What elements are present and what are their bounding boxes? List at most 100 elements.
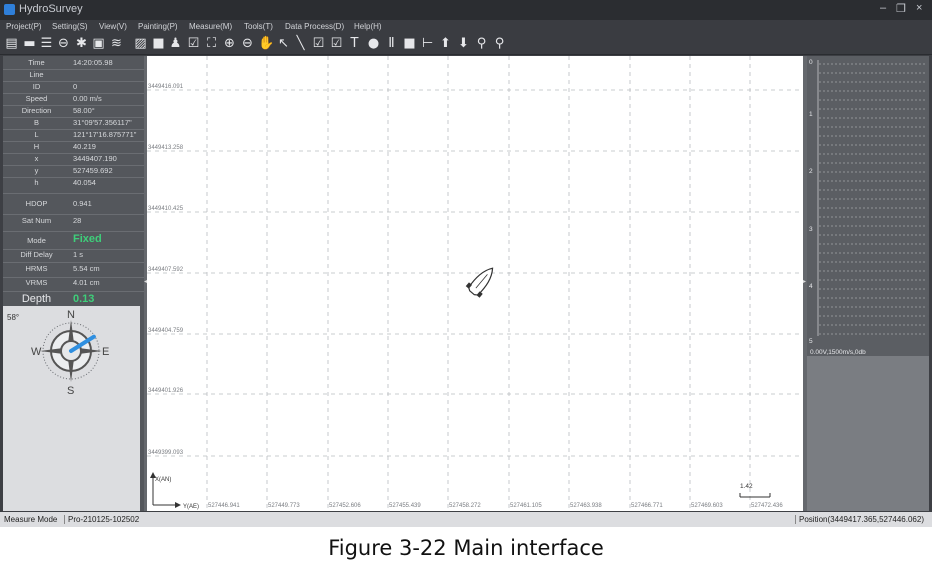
compass-east-label: E xyxy=(102,346,109,358)
minimize-icon[interactable]: – xyxy=(880,2,886,14)
pause-icon[interactable]: Ⅱ xyxy=(384,36,399,51)
menu-setting[interactable]: Setting(S) xyxy=(52,22,88,31)
text-icon[interactable]: T xyxy=(347,36,362,51)
axis-y-label: Y(AE) xyxy=(183,504,199,510)
info-value: 40.054 xyxy=(73,178,96,187)
x-tick-label: 527458.272 xyxy=(449,503,481,509)
range-icon[interactable]: ⊢ xyxy=(420,36,435,51)
info-value: 28 xyxy=(73,216,82,225)
x-tick-label: 527461.105 xyxy=(510,503,542,509)
down-icon[interactable]: ⬇ xyxy=(456,36,471,51)
vessel-icon[interactable] xyxy=(465,262,499,298)
y-tick-label: 3449399.093 xyxy=(148,450,184,456)
info-label: Speed xyxy=(25,94,48,103)
info-label: Diff Delay xyxy=(20,250,53,259)
checklist-icon[interactable]: ☑ xyxy=(186,36,201,51)
info-label: Sat Num xyxy=(21,216,52,225)
compass-heading: 58° xyxy=(7,313,19,322)
menu-painting[interactable]: Painting(P) xyxy=(138,22,178,31)
depth-grid: 0 1 2 3 4 5 0.00V,1500m/s,0db xyxy=(809,59,927,356)
status-position: Position(3449417.365,527446.062) xyxy=(795,515,924,524)
database-icon[interactable]: ☰ xyxy=(39,36,54,51)
depth-tick-label: 3 xyxy=(809,226,813,233)
image-icon[interactable]: ▣ xyxy=(91,36,106,51)
info-label: h xyxy=(34,178,39,187)
start-record-icon[interactable]: ● xyxy=(366,36,381,51)
info-label: y xyxy=(34,166,39,175)
pointer-icon[interactable]: ↖ xyxy=(276,36,291,51)
settings-icon[interactable]: ✱ xyxy=(74,36,89,51)
new-project-icon[interactable]: ▤ xyxy=(4,36,19,51)
info-row-l: L 121°17'16.875771" xyxy=(3,130,144,142)
info-row-hrms: HRMS 5.54 cm xyxy=(3,264,144,278)
zoom-in-icon[interactable]: ⊕ xyxy=(222,36,237,51)
fullscreen-icon[interactable]: ⛶ xyxy=(204,36,219,51)
x-tick-label: 527463.938 xyxy=(570,503,602,509)
info-row-id: ID 0 xyxy=(3,82,144,94)
depth-tick-label: 1 xyxy=(809,111,813,118)
info-label: Line xyxy=(29,70,44,79)
menu-bar: Project(P) Setting(S) View(V) Painting(P… xyxy=(0,20,932,34)
info-row-speed: Speed 0.00 m/s xyxy=(3,94,144,106)
zoom-out-icon[interactable]: ⊖ xyxy=(240,36,255,51)
compass-north-label: N xyxy=(67,309,75,321)
line-icon[interactable]: ╲ xyxy=(293,36,308,51)
info-label: x xyxy=(34,154,39,163)
info-value: 31°09'57.356117" xyxy=(73,118,132,127)
pan-icon[interactable]: ✋ xyxy=(258,36,274,51)
edit-icon[interactable]: ▨ xyxy=(133,36,148,51)
restore-icon[interactable]: ❐ xyxy=(896,2,906,15)
menu-data-process[interactable]: Data Process(D) xyxy=(285,22,344,31)
menu-help[interactable]: Help(H) xyxy=(354,22,382,31)
map-canvas[interactable]: 3449416.091 3449413.258 3449410.425 3449407… xyxy=(147,56,803,511)
depth-tick-label: 2 xyxy=(809,168,813,175)
info-row-vrms: VRMS 4.01 cm xyxy=(3,278,144,292)
info-label: Direction xyxy=(21,106,52,115)
survey-icon[interactable]: ♟ xyxy=(168,36,183,51)
x-tick-label: 527469.603 xyxy=(691,503,723,509)
x-tick-label: 527449.773 xyxy=(268,503,300,509)
info-row-hdop: HDOP 0.941 xyxy=(3,199,144,215)
stop-icon[interactable]: ■ xyxy=(402,36,417,51)
figure-caption: Figure 3-22 Main interface xyxy=(328,536,604,560)
depth-tick-label: 5 xyxy=(809,338,813,345)
info-value: 527459.692 xyxy=(73,166,113,175)
status-mode: Measure Mode xyxy=(4,515,58,524)
y-tick-label: 3449404.759 xyxy=(148,328,184,334)
x-tick-label: 527466.771 xyxy=(631,503,663,509)
depth-value: 0.13 xyxy=(73,293,95,305)
info-row-h: H 40.219 xyxy=(3,142,144,154)
point-alt-icon[interactable]: ⚲ xyxy=(492,36,507,51)
menu-project[interactable]: Project(P) xyxy=(6,22,42,31)
compass-south-label: S xyxy=(67,385,74,397)
axis-indicator: X(AN) Y(AE) xyxy=(150,472,199,510)
edit-doc-icon[interactable]: ☑ xyxy=(329,36,344,51)
info-label: L xyxy=(34,130,39,139)
info-label: Time xyxy=(28,58,45,67)
open-icon[interactable]: ▬ xyxy=(22,36,37,51)
info-row-sat-num: Sat Num 28 xyxy=(3,216,144,232)
info-value: 0.941 xyxy=(73,199,92,208)
map-grid[interactable]: 3449416.091 3449413.258 3449410.425 3449407… xyxy=(147,56,803,511)
info-row-b: B 31°09'57.356117" xyxy=(3,118,144,130)
info-row-h-lower: h 40.054 xyxy=(3,178,144,194)
link-icon[interactable]: ⊖ xyxy=(56,36,71,51)
depth-chart: 0 1 2 3 4 5 0.00V,1500m/s,0db xyxy=(807,56,929,356)
info-value: 40.219 xyxy=(73,142,96,151)
app-logo-icon xyxy=(4,4,15,15)
mode-status-value: Fixed xyxy=(73,233,102,245)
info-value: 14:20:05.98 xyxy=(73,58,113,67)
record-icon[interactable]: ■ xyxy=(151,36,166,51)
up-icon[interactable]: ⬆ xyxy=(438,36,453,51)
edit-note-icon[interactable]: ☑ xyxy=(311,36,326,51)
menu-measure[interactable]: Measure(M) xyxy=(189,22,232,31)
close-icon[interactable]: × xyxy=(916,2,922,14)
menu-tools[interactable]: Tools(T) xyxy=(244,22,273,31)
y-tick-label: 3449401.926 xyxy=(148,388,184,394)
depth-panel: 0 1 2 3 4 5 0.00V,1500m/s,0db xyxy=(807,56,929,511)
menu-view[interactable]: View(V) xyxy=(99,22,127,31)
app-window: HydroSurvey – ❐ × Project(P) Setting(S) … xyxy=(0,0,932,527)
status-project: Pro-210125-102502 xyxy=(64,515,139,524)
wave-icon[interactable]: ≋ xyxy=(109,36,124,51)
point-icon[interactable]: ⚲ xyxy=(474,36,489,51)
